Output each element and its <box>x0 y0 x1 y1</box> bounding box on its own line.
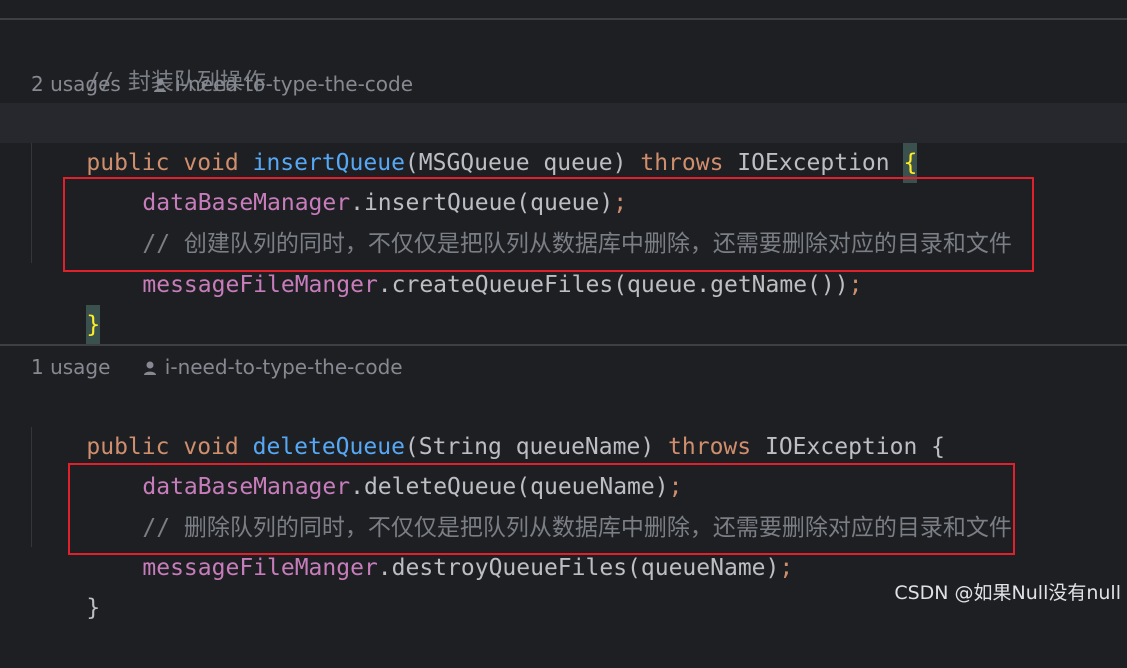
highlight-box <box>68 463 1015 555</box>
close-brace-line[interactable]: } <box>0 265 1127 345</box>
author-name: i-need-to-type-the-code <box>175 72 414 96</box>
author-hint[interactable]: i-need-to-type-the-code <box>143 355 403 379</box>
usage-hint[interactable]: 2 usages i-need-to-type-the-code <box>31 68 413 100</box>
top-separator <box>0 18 1127 20</box>
user-icon <box>154 78 167 92</box>
close-brace-highlighted[interactable]: } <box>86 305 101 345</box>
method-signature-insert-queue[interactable]: public void insertQueue(MSGQueue queue) … <box>0 103 1127 183</box>
highlight-box <box>63 177 1034 272</box>
method-signature-delete-queue[interactable]: public void deleteQueue(String queueName… <box>0 387 1127 460</box>
author-name: i-need-to-type-the-code <box>164 355 403 379</box>
close-brace[interactable]: } <box>86 588 100 628</box>
author-hint[interactable]: i-need-to-type-the-code <box>153 72 413 96</box>
method-separator <box>0 344 1127 346</box>
code-line-delete-db[interactable]: dataBaseManager.deleteQueue(queueName); <box>0 427 1127 500</box>
usages-count[interactable]: 1 usage <box>31 355 110 379</box>
user-icon <box>143 361 156 375</box>
watermark: CSDN @如果Null没有null <box>894 582 1121 604</box>
code-editor[interactable]: // 封装队列操作 2 usages i-need-to-type-the-co… <box>0 0 1127 621</box>
code-comment-line[interactable]: // 封装队列操作 <box>0 22 1127 95</box>
usages-count[interactable]: 2 usages <box>31 72 121 96</box>
usage-hint[interactable]: 1 usage i-need-to-type-the-code <box>31 351 403 383</box>
